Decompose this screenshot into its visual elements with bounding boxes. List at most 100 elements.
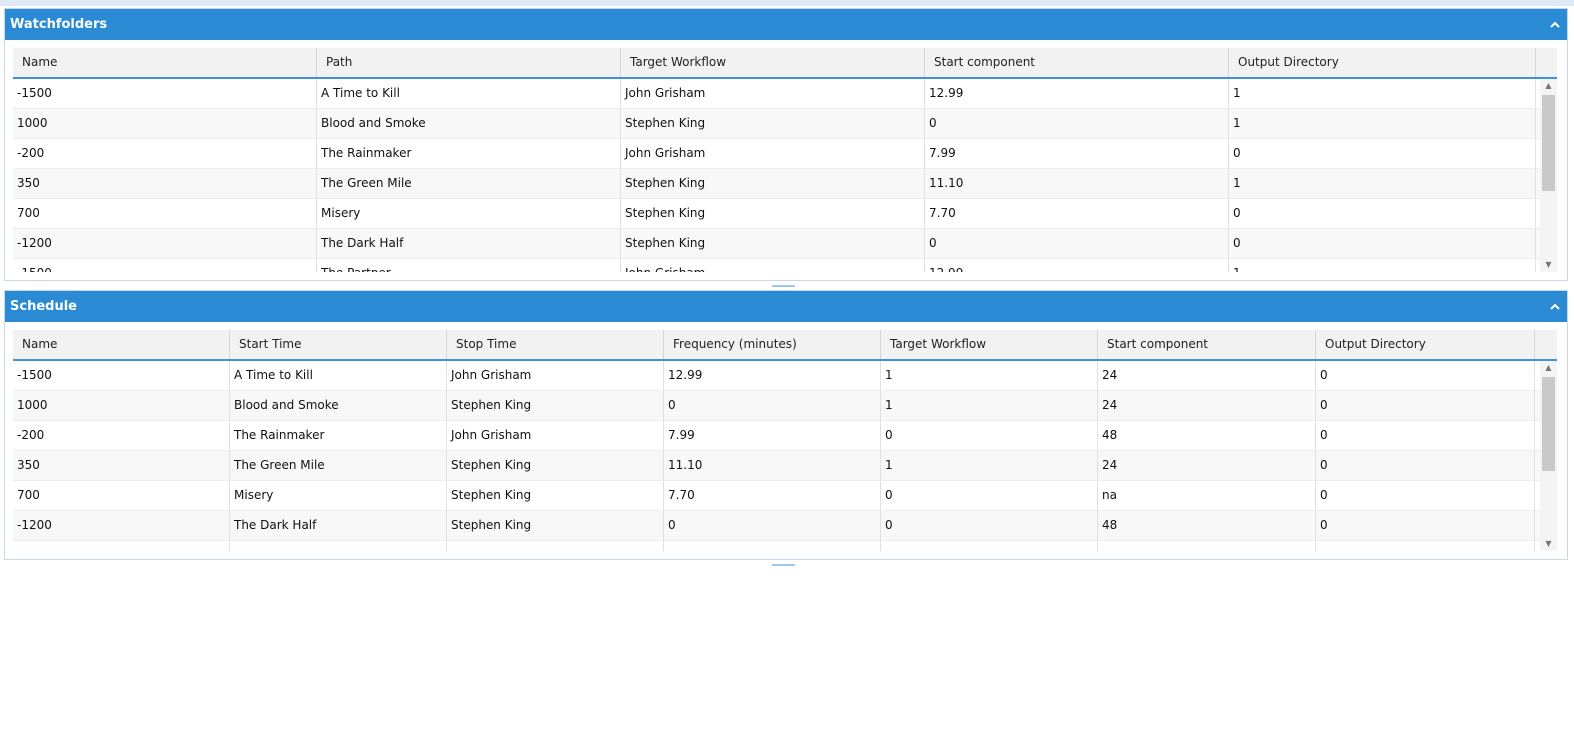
cell-name [13, 541, 230, 551]
cell-frequency: 12.99 [664, 361, 881, 390]
column-header-target-workflow[interactable]: Target Workflow [621, 48, 925, 77]
scroll-thumb[interactable] [1542, 377, 1555, 471]
cell-name: -1500 [13, 361, 230, 390]
chevron-up-icon[interactable] [1549, 301, 1561, 313]
column-header-frequency[interactable]: Frequency (minutes) [664, 330, 881, 359]
panel-splitter-handle[interactable] [772, 285, 795, 287]
cell-output-directory: 0 [1316, 511, 1535, 540]
cell-stop-time: Stephen King [447, 391, 664, 420]
cell-output-directory: 0 [1229, 199, 1536, 228]
cell-start-time: Blood and Smoke [230, 391, 447, 420]
cell-target-workflow: 1 [881, 391, 1098, 420]
watchfolders-header[interactable]: Watchfolders [5, 9, 1567, 40]
table-row[interactable]: 1000 Blood and Smoke Stephen King 0 1 [13, 109, 1540, 139]
cell-frequency: 7.70 [664, 481, 881, 510]
table-row[interactable]: -1200 The Dark Half Stephen King 0 0 48 … [13, 511, 1540, 541]
cell-name: -1500 [13, 79, 317, 108]
cell-frequency: 0 [664, 391, 881, 420]
cell-start-component: na [1098, 481, 1316, 510]
table-row[interactable]: 350 The Green Mile Stephen King 11.10 1 … [13, 451, 1540, 481]
watchfolders-grid-body: -1500 A Time to Kill John Grisham 12.99 … [13, 79, 1557, 272]
cell-output-directory: 0 [1316, 391, 1535, 420]
column-header-name[interactable]: Name [13, 48, 317, 77]
cell-target-workflow: 0 [881, 511, 1098, 540]
top-strip [0, 0, 1574, 6]
cell-target-workflow: John Grisham [621, 259, 925, 272]
cell-start-component: 7.70 [925, 199, 1229, 228]
column-header-start-component[interactable]: Start component [925, 48, 1229, 77]
schedule-vertical-scrollbar[interactable]: ▲ ▼ [1540, 361, 1557, 551]
cell-output-directory: 0 [1316, 451, 1535, 480]
chevron-up-icon[interactable] [1549, 19, 1561, 31]
scroll-up-arrow-icon[interactable]: ▲ [1540, 361, 1557, 375]
cell-name: 1000 [13, 391, 230, 420]
cell-target-workflow: 0 [881, 421, 1098, 450]
column-header-start-component[interactable]: Start component [1098, 330, 1316, 359]
cell-start-component: 24 [1098, 361, 1316, 390]
schedule-title: Schedule [10, 299, 77, 314]
cell-stop-time [447, 541, 664, 551]
table-row[interactable]: 1000 Blood and Smoke Stephen King 0 1 24… [13, 391, 1540, 421]
cell-target-workflow: John Grisham [621, 139, 925, 168]
table-row[interactable]: -200 The Rainmaker John Grisham 7.99 0 [13, 139, 1540, 169]
cell-start-component: 0 [925, 229, 1229, 258]
cell-name: 700 [13, 199, 317, 228]
cell-start-time: The Dark Half [230, 511, 447, 540]
cell-start-component [1098, 541, 1316, 551]
cell-path: Misery [317, 199, 621, 228]
watchfolders-vertical-scrollbar[interactable]: ▲ ▼ [1540, 79, 1557, 272]
cell-output-directory: 1 [1229, 259, 1536, 272]
cell-name: -200 [13, 139, 317, 168]
cell-start-time: The Rainmaker [230, 421, 447, 450]
column-header-output-directory[interactable]: Output Directory [1316, 330, 1535, 359]
scroll-thumb[interactable] [1542, 95, 1555, 191]
cell-stop-time: Stephen King [447, 481, 664, 510]
cell-target-workflow: Stephen King [621, 229, 925, 258]
column-header-name[interactable]: Name [13, 330, 230, 359]
table-row[interactable]: -200 The Rainmaker John Grisham 7.99 0 4… [13, 421, 1540, 451]
cell-start-component: 12.99 [925, 79, 1229, 108]
table-row[interactable]: -1500 A Time to Kill John Grisham 12.99 … [13, 361, 1540, 391]
cell-name: 350 [13, 169, 317, 198]
cell-output-directory: 1 [1229, 79, 1536, 108]
table-row[interactable]: 350 The Green Mile Stephen King 11.10 1 [13, 169, 1540, 199]
cell-target-workflow [881, 541, 1098, 551]
table-row[interactable]: -1200 The Dark Half Stephen King 0 0 [13, 229, 1540, 259]
scroll-down-arrow-icon[interactable]: ▼ [1540, 258, 1557, 272]
cell-start-component: 11.10 [925, 169, 1229, 198]
cell-start-component: 48 [1098, 421, 1316, 450]
cell-name: 350 [13, 451, 230, 480]
table-row[interactable]: -1500 A Time to Kill John Grisham 12.99 … [13, 79, 1540, 109]
cell-target-workflow: Stephen King [621, 109, 925, 138]
column-header-start-time[interactable]: Start Time [230, 330, 447, 359]
scroll-up-arrow-icon[interactable]: ▲ [1540, 79, 1557, 93]
watchfolders-column-header-row: Name Path Target Workflow Start componen… [13, 48, 1557, 79]
cell-frequency: 0 [664, 511, 881, 540]
cell-stop-time: John Grisham [447, 361, 664, 390]
column-header-stop-time[interactable]: Stop Time [447, 330, 664, 359]
cell-stop-time: Stephen King [447, 451, 664, 480]
scroll-down-arrow-icon[interactable]: ▼ [1540, 537, 1557, 551]
table-row[interactable]: 700 Misery Stephen King 7.70 0 [13, 199, 1540, 229]
cell-frequency: 7.99 [664, 421, 881, 450]
cell-name: -1200 [13, 229, 317, 258]
cell-start-time: Misery [230, 481, 447, 510]
panel-splitter-handle[interactable] [772, 564, 795, 566]
column-header-output-directory[interactable]: Output Directory [1229, 48, 1536, 77]
schedule-grid-body: -1500 A Time to Kill John Grisham 12.99 … [13, 361, 1557, 551]
watchfolders-panel: Watchfolders Name Path Target Workflow S… [4, 8, 1568, 281]
cell-target-workflow: 1 [881, 361, 1098, 390]
table-row[interactable]: 700 Misery Stephen King 7.70 0 na 0 [13, 481, 1540, 511]
schedule-header[interactable]: Schedule [5, 291, 1567, 322]
cell-stop-time: Stephen King [447, 511, 664, 540]
column-header-path[interactable]: Path [317, 48, 621, 77]
watchfolders-title: Watchfolders [10, 17, 108, 32]
cell-path: The Rainmaker [317, 139, 621, 168]
cell-start-time [230, 541, 447, 551]
cell-frequency [664, 541, 881, 551]
cell-target-workflow: Stephen King [621, 169, 925, 198]
table-row[interactable] [13, 541, 1540, 551]
cell-start-component: 12.99 [925, 259, 1229, 272]
column-header-target-workflow[interactable]: Target Workflow [881, 330, 1098, 359]
table-row[interactable]: -1500 The Partner John Grisham 12.99 1 [13, 259, 1540, 272]
